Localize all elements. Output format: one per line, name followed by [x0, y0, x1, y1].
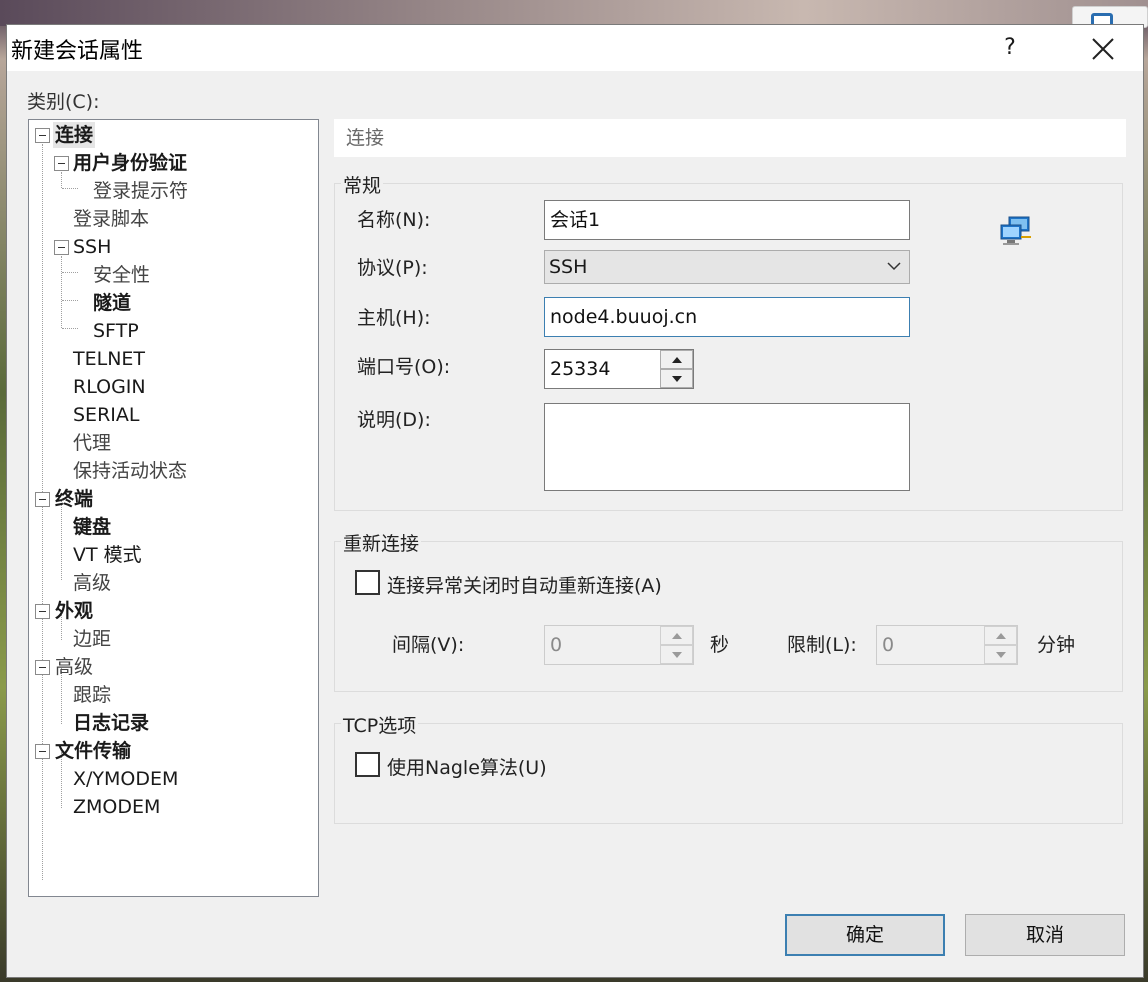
desktop-background [0, 0, 1148, 26]
ok-button[interactable]: 确定 [785, 914, 945, 956]
limit-unit: 分钟 [1037, 634, 1076, 656]
tree-item-terminal-advanced[interactable]: 高级 [73, 570, 111, 596]
tree-collapse-toggle[interactable] [35, 660, 50, 675]
close-button[interactable] [1081, 29, 1127, 67]
tree-item-user-auth[interactable]: 用户身份验证 [73, 150, 187, 176]
arrow-down-icon [672, 652, 682, 658]
auto-reconnect-label[interactable]: 连接异常关闭时自动重新连接(A) [387, 571, 662, 598]
tree-item-appearance[interactable]: 外观 [55, 598, 93, 624]
close-icon [1092, 38, 1114, 60]
tree-item-connection[interactable]: 连接 [53, 122, 96, 148]
tree-item-login-prompts[interactable]: 登录提示符 [93, 178, 188, 204]
tree-connector [62, 188, 78, 189]
interval-label: 间隔(V): [392, 634, 465, 656]
tree-item-keep-alive[interactable]: 保持活动状态 [73, 458, 187, 484]
limit-increment-button[interactable] [984, 626, 1017, 645]
general-group-title: 常规 [341, 171, 384, 198]
interval-unit: 秒 [710, 634, 730, 656]
arrow-down-icon [672, 376, 682, 382]
tree-item-proxy[interactable]: 代理 [73, 430, 111, 456]
tree-collapse-toggle[interactable] [35, 128, 50, 143]
arrow-up-icon [672, 357, 682, 363]
tree-connector [62, 272, 78, 273]
interval-decrement-button[interactable] [660, 645, 693, 664]
tree-item-xymodem[interactable]: X/YMODEM [73, 766, 178, 792]
protocol-label: 协议(P): [357, 257, 428, 279]
limit-decrement-button[interactable] [984, 645, 1017, 664]
nagle-checkbox[interactable] [355, 752, 380, 777]
dialog-title: 新建会话属性 [11, 39, 144, 64]
tree-connector [61, 172, 62, 188]
tree-item-trace[interactable]: 跟踪 [73, 682, 111, 708]
port-increment-button[interactable] [660, 350, 693, 369]
tree-item-logging[interactable]: 日志记录 [73, 710, 149, 736]
tcp-options-group-title: TCP选项 [341, 711, 419, 738]
tree-collapse-toggle[interactable] [54, 156, 69, 171]
tree-item-tunneling[interactable]: 隧道 [93, 290, 131, 316]
title-bar: 新建会话属性 ? [7, 25, 1143, 71]
tree-item-rlogin[interactable]: RLOGIN [73, 374, 146, 400]
category-label: 类别(C): [27, 91, 100, 113]
tree-connector [61, 500, 62, 580]
reconnect-group-title: 重新连接 [341, 529, 422, 556]
tree-connector [62, 328, 78, 329]
chevron-down-icon [887, 262, 901, 271]
interval-increment-button[interactable] [660, 626, 693, 645]
tree-connector [42, 144, 43, 880]
tree-item-serial[interactable]: SERIAL [73, 402, 139, 428]
reconnect-group [334, 541, 1123, 692]
nagle-label[interactable]: 使用Nagle算法(U) [387, 753, 547, 780]
session-computers-icon [999, 215, 1033, 247]
tree-item-zmodem[interactable]: ZMODEM [73, 794, 160, 820]
cancel-button[interactable]: 取消 [965, 914, 1125, 956]
tree-connector [62, 300, 78, 301]
tree-item-margins[interactable]: 边距 [73, 626, 111, 652]
category-tree[interactable]: 连接 用户身份验证 登录提示符 登录脚本 SSH 安全性 隧道 SFTP TEL… [28, 119, 319, 897]
tree-collapse-toggle[interactable] [35, 744, 50, 759]
tree-item-sftp[interactable]: SFTP [93, 318, 139, 344]
tree-collapse-toggle[interactable] [35, 604, 50, 619]
new-session-properties-dialog: 新建会话属性 ? 类别(C): 连接 用户身份验证 登录提示符 登录脚本 SSH… [6, 24, 1144, 978]
tree-connector [61, 256, 62, 328]
arrow-up-icon [996, 633, 1006, 639]
description-label: 说明(D): [357, 409, 431, 431]
arrow-down-icon [996, 652, 1006, 658]
tree-collapse-toggle[interactable] [35, 492, 50, 507]
panel-header: 连接 [334, 119, 1126, 157]
tree-collapse-toggle[interactable] [54, 240, 69, 255]
tree-item-terminal[interactable]: 终端 [55, 486, 93, 512]
tree-item-vt-modes[interactable]: VT 模式 [73, 542, 142, 568]
name-label: 名称(N): [357, 209, 431, 231]
host-label: 主机(H): [357, 307, 431, 329]
tree-item-file-transfer[interactable]: 文件传输 [55, 738, 131, 764]
tree-item-login-scripts[interactable]: 登录脚本 [73, 206, 149, 232]
help-button[interactable]: ? [995, 31, 1025, 65]
limit-label: 限制(L): [787, 634, 857, 656]
host-field[interactable]: node4.buuoj.cn [544, 297, 910, 337]
tree-item-security[interactable]: 安全性 [93, 262, 150, 288]
port-decrement-button[interactable] [660, 369, 693, 388]
tree-item-ssh[interactable]: SSH [73, 234, 111, 260]
protocol-select[interactable]: SSH [544, 250, 910, 284]
auto-reconnect-checkbox[interactable] [355, 570, 380, 595]
port-label: 端口号(O): [357, 356, 451, 378]
tree-item-keyboard[interactable]: 键盘 [73, 514, 111, 540]
tree-item-advanced[interactable]: 高级 [55, 654, 93, 680]
arrow-up-icon [672, 633, 682, 639]
name-field[interactable]: 会话1 [544, 200, 910, 240]
description-field[interactable] [544, 403, 910, 491]
tree-item-telnet[interactable]: TELNET [73, 346, 145, 372]
protocol-select-value: SSH [549, 256, 588, 278]
